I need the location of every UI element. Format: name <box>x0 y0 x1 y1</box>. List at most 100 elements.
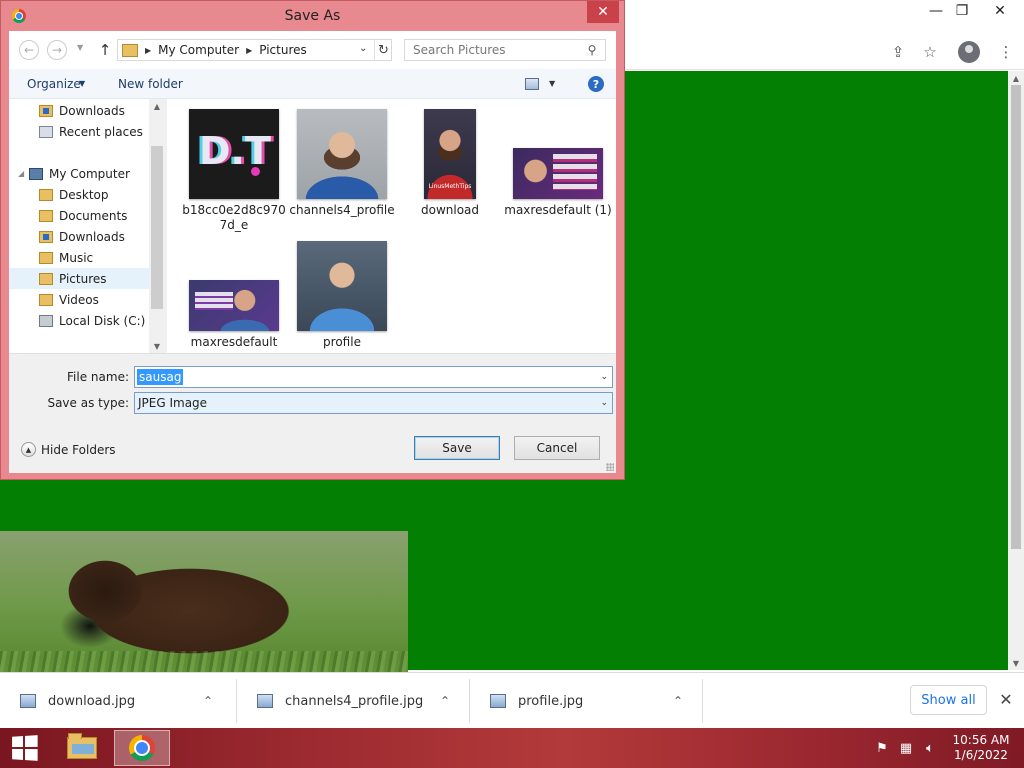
address-bar[interactable]: ▶ My Computer ▶ Pictures ⌄ ↻ <box>117 39 392 61</box>
folder-icon <box>39 188 53 201</box>
chevron-up-icon[interactable]: ⌃ <box>668 694 688 708</box>
download-item[interactable]: download.jpg ⌃ <box>0 679 237 723</box>
forward-arrow-icon[interactable]: → <box>47 40 67 60</box>
chevron-down-icon[interactable]: ▼ <box>79 79 85 88</box>
file-name-input[interactable] <box>137 369 183 385</box>
tree-item-videos[interactable]: Videos <box>9 289 149 310</box>
search-box: ⚲ <box>404 39 606 61</box>
tree-item-desktop[interactable]: Desktop <box>9 184 149 205</box>
help-icon[interactable]: ? <box>588 76 604 92</box>
tree-item-downloads[interactable]: Downloads <box>9 226 149 247</box>
file-item[interactable]: maxresdefault <box>180 280 288 350</box>
profile-icon[interactable] <box>958 41 980 63</box>
page-scrollbar[interactable]: ▲ ▼ <box>1008 71 1024 670</box>
resize-grip-icon[interactable] <box>606 463 614 471</box>
more-icon[interactable]: ⋮ <box>994 40 1018 64</box>
chevron-down-icon[interactable]: ⌄ <box>359 43 367 54</box>
scroll-down-arrow-icon[interactable]: ▼ <box>1008 656 1024 670</box>
tree-item-pictures[interactable]: Pictures <box>9 268 149 289</box>
file-name: b18cc0e2d8c9707d_e <box>182 203 286 232</box>
tree-item-recent-places[interactable]: Recent places <box>9 121 149 142</box>
save-form: File name: ⌄ Save as type: JPEG Image ⌄ … <box>9 353 616 473</box>
cancel-button[interactable]: Cancel <box>514 436 600 460</box>
tree-item-documents[interactable]: Documents <box>9 205 149 226</box>
dialog-close-button[interactable]: ✕ <box>587 1 619 23</box>
download-item-name: channels4_profile.jpg <box>285 693 424 709</box>
star-icon[interactable]: ☆ <box>918 40 942 64</box>
action-center-flag-icon[interactable]: ⚑ <box>874 740 890 756</box>
file-explorer-icon <box>67 733 97 759</box>
new-folder-button[interactable]: New folder <box>118 77 183 91</box>
collapse-arrow-icon: ▲ <box>21 442 36 457</box>
close-icon[interactable]: ✕ <box>996 689 1016 709</box>
clock-date: 1/6/2022 <box>954 748 1008 762</box>
browser-close-button[interactable]: ✕ <box>984 0 1016 22</box>
chevron-down-icon[interactable]: ▼ <box>549 79 555 88</box>
file-name: download <box>420 203 480 217</box>
file-thumbnail <box>297 109 387 199</box>
chevron-up-icon[interactable]: ⌃ <box>198 694 218 708</box>
search-input[interactable] <box>405 40 580 60</box>
network-icon[interactable]: ▦ <box>898 740 914 756</box>
file-name-field[interactable]: ⌄ <box>134 366 613 388</box>
download-item-name: download.jpg <box>48 693 136 709</box>
start-button[interactable] <box>0 728 48 768</box>
chevron-up-icon[interactable]: ⌃ <box>435 694 455 708</box>
navigation-pane-scrollbar[interactable]: ▲ ▼ <box>149 99 165 353</box>
tree-item-my-computer[interactable]: ◢ My Computer <box>9 163 149 184</box>
breadcrumb-pictures[interactable]: Pictures <box>259 43 307 57</box>
save-as-type-select[interactable]: JPEG Image ⌄ <box>134 392 613 414</box>
chrome-icon <box>129 735 155 761</box>
tree-item-label: Music <box>59 250 94 265</box>
navigation-pane-scroll-thumb[interactable] <box>151 146 163 309</box>
scroll-up-arrow-icon[interactable]: ▲ <box>149 99 165 113</box>
clock[interactable]: 10:56 AM 1/6/2022 <box>948 733 1014 763</box>
restore-button[interactable]: ❐ <box>946 0 978 22</box>
dialog-titlebar[interactable]: Save As ✕ <box>1 1 624 31</box>
page-scroll-thumb[interactable] <box>1011 85 1021 549</box>
taskbar-file-explorer[interactable] <box>56 730 108 766</box>
file-name: profile <box>323 335 361 349</box>
download-item[interactable]: channels4_profile.jpg ⌃ <box>237 679 470 723</box>
dialog-title: Save As <box>284 8 341 24</box>
volume-icon[interactable]: 🔈︎ <box>922 740 938 756</box>
tree-item-label: Desktop <box>59 187 109 202</box>
show-all-button[interactable]: Show all <box>910 685 987 715</box>
file-item[interactable]: b18cc0e2d8c9707d_e <box>180 109 288 233</box>
recent-locations-chevron-icon[interactable]: ▼ <box>77 43 83 52</box>
back-arrow-icon[interactable]: ← <box>19 40 39 60</box>
breadcrumb-separator-icon[interactable]: ▶ <box>246 46 252 55</box>
scroll-up-arrow-icon[interactable]: ▲ <box>1008 71 1024 85</box>
organize-button[interactable]: Organize <box>27 77 81 91</box>
file-item[interactable]: download <box>396 109 504 218</box>
hide-folders-button[interactable]: ▲ Hide Folders <box>21 442 116 457</box>
share-icon[interactable]: ⇪ <box>886 40 910 64</box>
download-item[interactable]: profile.jpg ⌃ <box>470 679 703 723</box>
breadcrumb-my-computer[interactable]: My Computer <box>158 43 239 57</box>
breadcrumb-separator-icon[interactable]: ▶ <box>145 46 151 55</box>
search-icon[interactable]: ⚲ <box>584 42 600 58</box>
chevron-down-icon[interactable]: ⌄ <box>600 398 608 408</box>
chevron-down-icon[interactable]: ⌄ <box>600 372 608 382</box>
tree-item-music[interactable]: Music <box>9 247 149 268</box>
tree-item-local-disk[interactable]: Local Disk (C:) <box>9 310 149 331</box>
refresh-icon[interactable]: ↻ <box>374 40 392 60</box>
taskbar-chrome[interactable] <box>114 730 170 766</box>
file-item[interactable]: maxresdefault (1) <box>504 148 612 218</box>
view-options-icon[interactable] <box>525 78 539 90</box>
up-arrow-icon[interactable]: ↑ <box>97 40 113 60</box>
file-item[interactable]: channels4_profile <box>288 109 396 218</box>
scroll-down-arrow-icon[interactable]: ▼ <box>149 339 165 353</box>
tree-item-label: Local Disk (C:) <box>59 313 146 328</box>
tree-item-label: Downloads <box>59 229 125 244</box>
expand-arrow-icon[interactable]: ◢ <box>18 169 24 178</box>
save-button[interactable]: Save <box>414 436 500 460</box>
image-file-icon <box>20 694 36 708</box>
folder-icon <box>122 43 138 57</box>
image-file-icon <box>257 694 273 708</box>
file-item[interactable]: profile <box>288 241 396 350</box>
tree-item-downloads[interactable]: Downloads <box>9 100 149 121</box>
taskbar: ⚑ ▦ 🔈︎ 10:56 AM 1/6/2022 <box>0 728 1024 768</box>
tree-item-label: Videos <box>59 292 99 307</box>
pictures-folder-icon <box>39 272 53 285</box>
